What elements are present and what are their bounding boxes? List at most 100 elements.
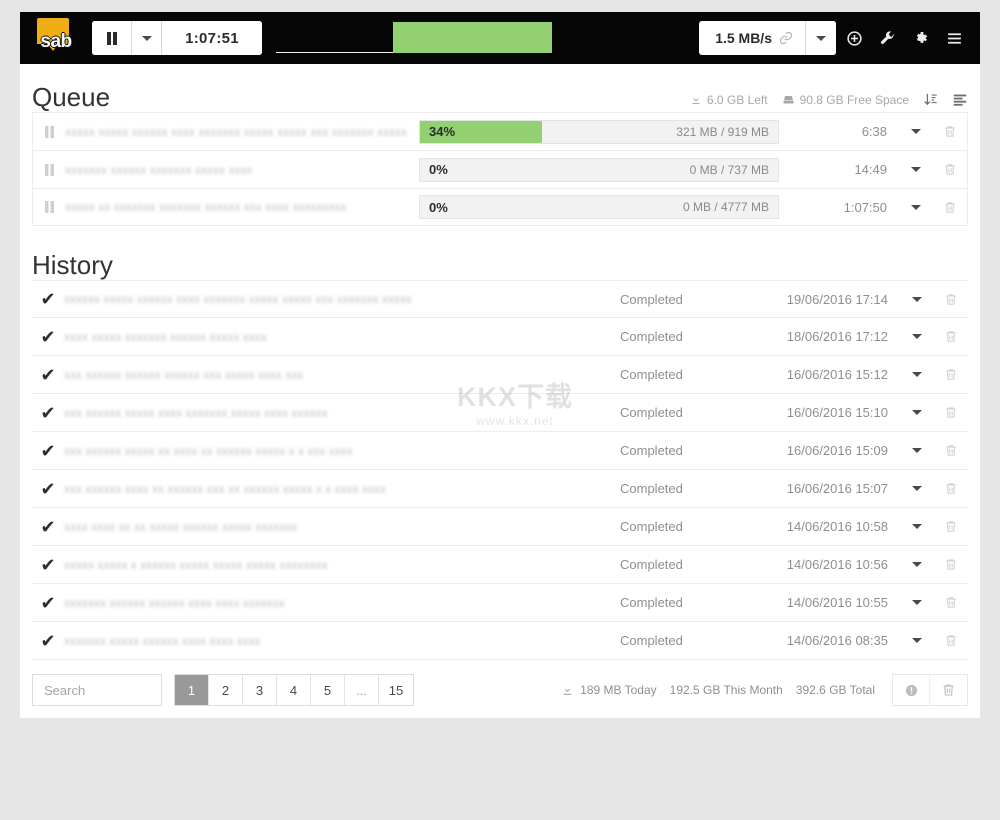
history-row-name: xxxx xxxxx xxxxxxx xxxxxx xxxxx xxxx: [64, 329, 267, 344]
main-panel: Queue 6.0 GB Left 90.8 GB Free Space xxx…: [20, 64, 980, 718]
queue-row-name: xxxxxxx xxxxxx xxxxxxx xxxxx xxxx: [65, 162, 253, 177]
pause-timer[interactable]: 1:07:51: [162, 21, 262, 55]
queue-rows: xxxxx xxxxx xxxxxx xxxx xxxxxxx xxxxx xx…: [20, 112, 980, 226]
queue-row[interactable]: xxxxx xx xxxxxxx xxxxxxx xxxxxx xxx xxxx…: [32, 188, 968, 226]
queue-row-pause-button[interactable]: [33, 163, 65, 176]
list-lines-icon[interactable]: [952, 92, 968, 107]
history-row-delete-button[interactable]: [934, 292, 968, 307]
queue-row-menu-button[interactable]: [899, 129, 933, 134]
progress-percent: 0%: [429, 162, 448, 177]
history-row-delete-button[interactable]: [934, 633, 968, 648]
history-status-icon: ✔: [32, 518, 64, 536]
pause-dropdown-button[interactable]: [132, 21, 162, 55]
history-rows: ✔ xxxxxx xxxxx xxxxxx xxxx xxxxxxx xxxxx…: [20, 280, 980, 660]
history-row-status: Completed: [620, 405, 683, 420]
history-row-menu-button[interactable]: [900, 296, 934, 302]
page-button-4[interactable]: 4: [277, 675, 311, 705]
history-row-delete-button[interactable]: [934, 329, 968, 344]
history-row-menu-button[interactable]: [900, 562, 934, 567]
speed-graph: [276, 12, 693, 64]
speed-dropdown-button[interactable]: [806, 21, 836, 55]
pause-button[interactable]: [92, 21, 132, 55]
gear-icon[interactable]: [912, 30, 929, 47]
page-button-2[interactable]: 2: [209, 675, 243, 705]
history-row-menu-button[interactable]: [900, 524, 934, 529]
queue-row-name: xxxxx xx xxxxxxx xxxxxxx xxxxxx xxx xxxx…: [65, 200, 347, 214]
page-ellipsis: ...: [345, 675, 379, 705]
chevron-down-icon: [912, 562, 922, 567]
history-row-date: 18/06/2016 17:12: [786, 329, 888, 344]
queue-row[interactable]: xxxxx xxxxx xxxxxx xxxx xxxxxxx xxxxx xx…: [32, 112, 968, 150]
speed-value-label: 1.5 MB/s: [715, 30, 772, 46]
history-status-icon: ✔: [32, 632, 64, 650]
page-button-5[interactable]: 5: [311, 675, 345, 705]
history-row-delete-button[interactable]: [934, 557, 968, 572]
history-row-menu-button[interactable]: [900, 372, 934, 377]
queue-row-delete-button[interactable]: [933, 124, 967, 139]
history-title: History: [32, 250, 113, 280]
history-row-menu-button[interactable]: [900, 410, 934, 415]
history-row-delete-button[interactable]: [934, 595, 968, 610]
history-row[interactable]: ✔ xxx xxxxxx xxxx xx xxxxxx xxx xx xxxxx…: [32, 470, 968, 508]
chevron-down-icon: [912, 524, 922, 529]
server-icon: [782, 94, 795, 106]
history-row[interactable]: ✔ xxxx xxxx xx xx xxxxx xxxxxx xxxxx xxx…: [32, 508, 968, 546]
queue-row[interactable]: xxxxxxx xxxxxx xxxxxxx xxxxx xxxx 0% 0 M…: [32, 150, 968, 188]
page-button-3[interactable]: 3: [243, 675, 277, 705]
history-row[interactable]: ✔ xxxxx xxxxx x xxxxxx xxxxx xxxxx xxxxx…: [32, 546, 968, 584]
queue-row-menu-button[interactable]: [899, 204, 933, 210]
history-row[interactable]: ✔ xxxxxxx xxxxxx xxxxxx xxxx xxxx xxxxxx…: [32, 584, 968, 622]
footer-stats: 189 MB Today 192.5 GB This Month 392.6 G…: [561, 674, 968, 706]
history-status-icon: ✔: [32, 366, 64, 384]
chevron-down-icon: [911, 204, 921, 210]
history-row-menu-button[interactable]: [900, 600, 934, 605]
today-stat: 189 MB Today: [561, 683, 657, 697]
speed-graph-bar: [393, 22, 552, 53]
history-row-menu-button[interactable]: [900, 448, 934, 453]
history-row-name: xxxxx xxxxx x xxxxxx xxxxx xxxxx xxxxx x…: [64, 557, 328, 572]
page-button-1[interactable]: 1: [175, 675, 209, 705]
pause-controls: 1:07:51: [92, 21, 262, 55]
history-row[interactable]: ✔ xxxx xxxxx xxxxxxx xxxxxx xxxxx xxxx C…: [32, 318, 968, 356]
history-row[interactable]: ✔ xxx xxxxxx xxxxx xx xxxx xx xxxxxx xxx…: [32, 432, 968, 470]
sab-logo[interactable]: sab: [28, 12, 82, 64]
purge-history-button[interactable]: [930, 675, 967, 705]
queue-row-pause-button[interactable]: [33, 125, 65, 138]
queue-row-eta: 14:49: [854, 162, 887, 177]
history-row[interactable]: ✔ xxxxxx xxxxx xxxxxx xxxx xxxxxxx xxxxx…: [32, 280, 968, 318]
history-row[interactable]: ✔ xxxxxxx xxxxx xxxxxx xxxx xxxx xxxx Co…: [32, 622, 968, 660]
add-nzb-icon[interactable]: [846, 30, 863, 47]
wrench-icon[interactable]: [879, 30, 896, 47]
search-box[interactable]: [32, 674, 235, 706]
history-row-menu-button[interactable]: [900, 334, 934, 339]
logo-label: sab: [40, 31, 72, 52]
queue-row-pause-button[interactable]: [33, 201, 65, 213]
sort-amount-icon[interactable]: [923, 92, 938, 107]
check-icon: ✔: [40, 592, 56, 613]
queue-row-menu-button[interactable]: [899, 167, 933, 172]
speed-controls: 1.5 MB/s: [699, 21, 836, 55]
history-row-name: xxx xxxxxx xxxxx xxxx xxxxxxx xxxxx xxxx…: [64, 405, 328, 420]
download-icon: [561, 684, 574, 697]
history-row-delete-button[interactable]: [934, 443, 968, 458]
queue-row-delete-button[interactable]: [933, 162, 967, 177]
progress-size: 0 MB / 737 MB: [689, 162, 769, 177]
speed-limit-button[interactable]: 1.5 MB/s: [699, 21, 806, 55]
history-row-name: xxxxxxx xxxxxx xxxxxx xxxx xxxx xxxxxxx: [64, 595, 285, 610]
history-row-menu-button[interactable]: [900, 638, 934, 643]
queue-freespace-stat: 90.8 GB Free Space: [782, 93, 909, 107]
history-header: History: [20, 226, 980, 280]
hamburger-menu-icon[interactable]: [945, 30, 964, 47]
history-row[interactable]: ✔ xxx xxxxxx xxxxx xxxx xxxxxxx xxxxx xx…: [32, 394, 968, 432]
queue-header-right: 6.0 GB Left 90.8 GB Free Space: [690, 92, 968, 112]
history-row-delete-button[interactable]: [934, 405, 968, 420]
history-row[interactable]: ✔ xxx xxxxxx xxxxxx xxxxxx xxx xxxxx xxx…: [32, 356, 968, 394]
page-button-15[interactable]: 15: [379, 675, 413, 705]
history-row-menu-button[interactable]: [900, 486, 934, 491]
history-row-name: xxxx xxxx xx xx xxxxx xxxxxx xxxxx xxxxx…: [64, 519, 298, 534]
queue-row-delete-button[interactable]: [933, 200, 967, 215]
history-info-button[interactable]: [893, 675, 930, 705]
history-row-delete-button[interactable]: [934, 367, 968, 382]
history-row-delete-button[interactable]: [934, 481, 968, 496]
history-row-delete-button[interactable]: [934, 519, 968, 534]
